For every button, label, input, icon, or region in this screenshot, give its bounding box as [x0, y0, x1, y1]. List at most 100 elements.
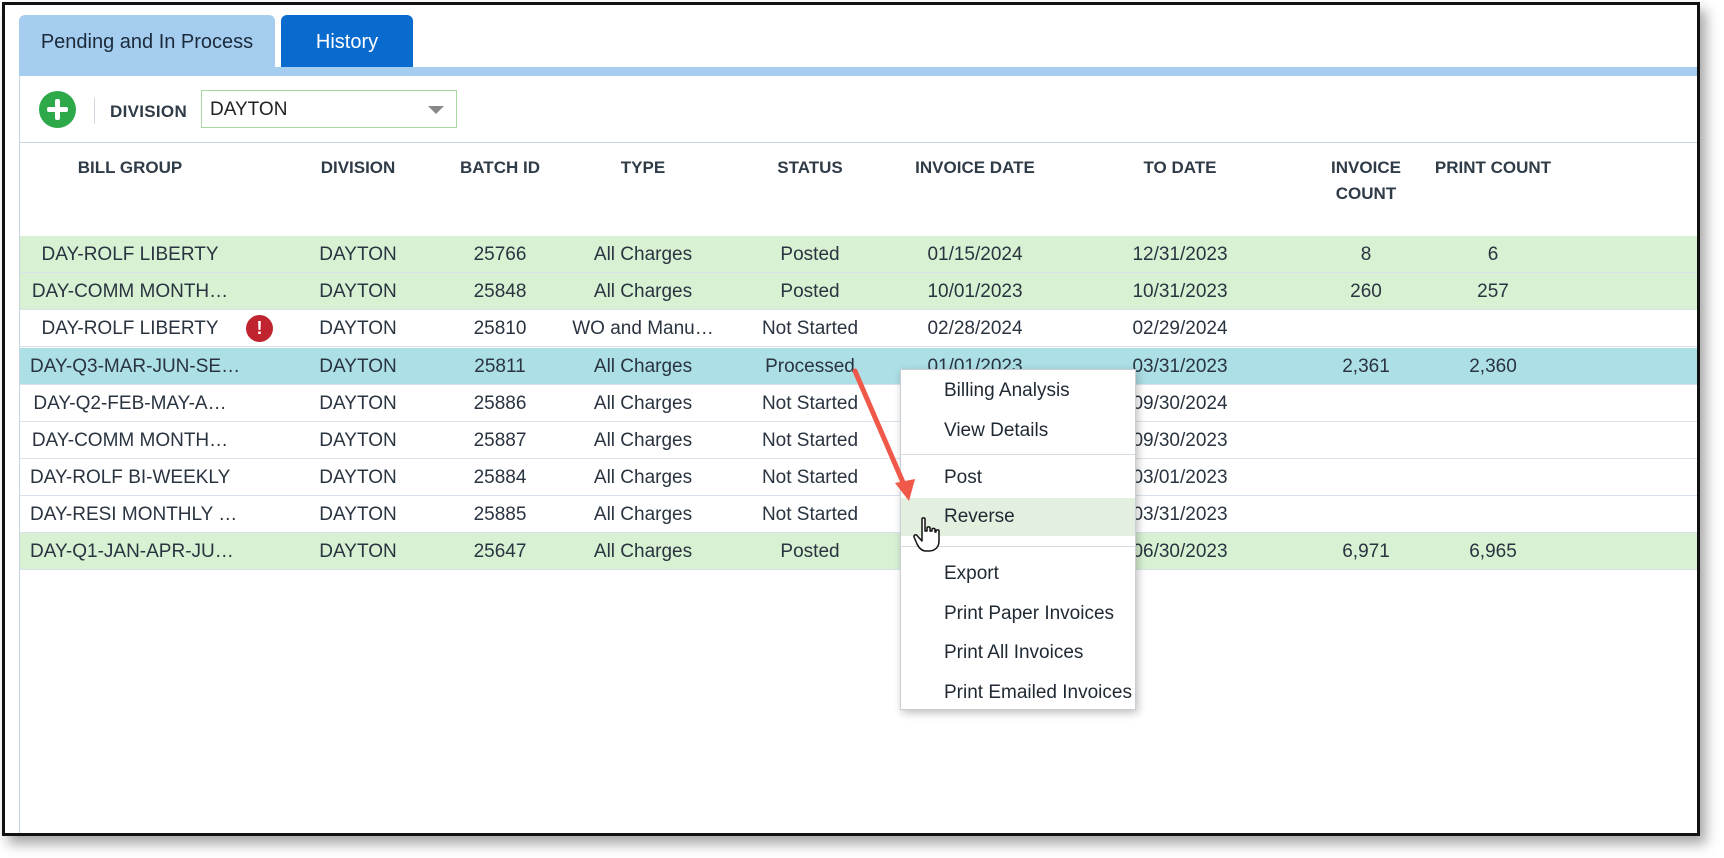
type-cell: All Charges	[593, 467, 693, 488]
print-count-cell	[1430, 385, 1556, 422]
print-count-cell: 6,965	[1469, 541, 1517, 562]
bill-group-cell: DAY-RESI MONTHLY …	[30, 504, 238, 525]
column-header-bill-group[interactable]: BILL GROUP	[60, 155, 200, 181]
status-cell: Not Started	[761, 467, 859, 488]
status-cell: Posted	[780, 244, 840, 265]
menu-item-billing-analysis[interactable]: Billing Analysis	[901, 372, 1135, 410]
table-row[interactable]: DAY-ROLF LIBERTY DAYTON 25766 All Charge…	[20, 236, 1697, 273]
table-row[interactable]: DAY-COMM MONTH… DAYTON 25887 All Charges…	[20, 422, 1697, 459]
batch-id-cell: 25766	[473, 244, 527, 265]
column-header-type[interactable]: TYPE	[593, 155, 693, 181]
batch-id-cell: 25887	[473, 430, 527, 451]
bill-group-cell: DAY-Q2-FEB-MAY-A…	[33, 393, 227, 414]
division-cell: DAYTON	[319, 318, 397, 339]
bill-group-cell: DAY-COMM MONTH…	[31, 430, 229, 451]
menu-item-view-details[interactable]: View Details	[901, 412, 1135, 450]
table-row[interactable]: DAY-Q2-FEB-MAY-A… DAYTON 25886 All Charg…	[20, 385, 1697, 422]
table-header: BILL GROUP DIVISION BATCH ID TYPE STATUS…	[20, 143, 1697, 235]
division-cell: DAYTON	[319, 467, 397, 488]
division-dropdown-value: DAYTON	[210, 99, 288, 120]
menu-separator	[901, 454, 1135, 455]
batch-id-cell: 25884	[473, 467, 527, 488]
menu-item-export[interactable]: Export	[901, 555, 1135, 593]
invoice-count-cell: 6,971	[1342, 541, 1390, 562]
print-count-cell: 257	[1477, 281, 1509, 302]
division-cell: DAYTON	[319, 356, 397, 377]
menu-item-print-all-invoices[interactable]: Print All Invoices	[901, 634, 1135, 672]
print-count-cell	[1430, 496, 1556, 533]
invoice-count-cell	[1316, 496, 1416, 533]
division-cell: DAYTON	[319, 504, 397, 525]
column-header-status[interactable]: STATUS	[755, 155, 865, 181]
bill-group-cell: DAY-Q3-MAR-JUN-SE…	[30, 356, 241, 377]
bill-group-cell: DAY-ROLF BI-WEEKLY	[30, 467, 231, 488]
bill-group-cell: DAY-ROLF LIBERTY	[41, 318, 219, 339]
menu-item-print-paper-invoices[interactable]: Print Paper Invoices	[901, 595, 1135, 633]
status-cell: Not Started	[761, 430, 859, 451]
type-cell: All Charges	[593, 430, 693, 451]
division-cell: DAYTON	[319, 281, 397, 302]
hand-cursor-icon	[913, 517, 940, 552]
menu-item-print-emailed-invoices[interactable]: Print Emailed Invoices	[901, 674, 1135, 712]
invoice-count-cell	[1316, 459, 1416, 496]
toolbar-divider	[94, 98, 95, 124]
type-cell: All Charges	[593, 541, 693, 562]
bill-group-cell: DAY-ROLF LIBERTY	[41, 244, 219, 265]
division-cell: DAYTON	[319, 541, 397, 562]
print-count-cell	[1430, 422, 1556, 459]
tab-history[interactable]: History	[281, 15, 413, 69]
type-cell: All Charges	[593, 244, 693, 265]
toolbar: DIVISION DAYTON	[20, 76, 1697, 143]
status-cell: Processed	[765, 356, 855, 377]
division-filter-label: DIVISION	[110, 102, 188, 121]
division-cell: DAYTON	[319, 430, 397, 451]
type-cell: All Charges	[593, 393, 693, 414]
type-cell: All Charges	[593, 356, 693, 377]
table-row[interactable]: DAY-RESI MONTHLY … DAYTON 25885 All Char…	[20, 496, 1697, 533]
to-date-cell: 03/31/2023	[1132, 504, 1228, 525]
division-cell: DAYTON	[319, 393, 397, 414]
chevron-down-icon[interactable]	[428, 106, 444, 114]
division-dropdown[interactable]: DAYTON	[201, 90, 457, 128]
table-row[interactable]: DAY-COMM MONTH… DAYTON 25848 All Charges…	[20, 273, 1697, 310]
invoice-date-cell: 02/28/2024	[927, 318, 1023, 339]
bill-group-cell: DAY-Q1-JAN-APR-JU…	[30, 541, 234, 562]
batch-id-cell: 25647	[473, 541, 527, 562]
invoice-count-cell	[1316, 422, 1416, 459]
table-row[interactable]: DAY-ROLF LIBERTY ! DAYTON 25810 WO and M…	[20, 310, 1697, 347]
to-date-cell: 03/01/2023	[1132, 467, 1228, 488]
status-cell: Not Started	[761, 504, 859, 525]
print-count-cell: 2,360	[1469, 356, 1517, 377]
add-batch-button[interactable]	[39, 91, 76, 128]
column-header-print-count[interactable]: PRINT COUNT	[1430, 155, 1556, 181]
column-header-to-date[interactable]: TO DATE	[1120, 155, 1240, 181]
tab-pending-in-process[interactable]: Pending and In Process	[19, 15, 275, 69]
column-header-invoice-date[interactable]: INVOICE DATE	[905, 155, 1045, 181]
column-header-batch-id[interactable]: BATCH ID	[445, 155, 555, 181]
table-row[interactable]: DAY-ROLF BI-WEEKLY DAYTON 25884 All Char…	[20, 459, 1697, 496]
table-row[interactable]: DAY-Q1-JAN-APR-JU… DAYTON 25647 All Char…	[20, 533, 1697, 570]
to-date-cell: 09/30/2023	[1132, 430, 1228, 451]
print-count-cell	[1430, 459, 1556, 496]
bill-group-cell: DAY-COMM MONTH…	[31, 281, 229, 302]
tab-underline	[19, 67, 1697, 76]
invoice-date-cell: 10/01/2023	[927, 281, 1023, 302]
to-date-cell: 03/31/2023	[1132, 356, 1228, 377]
column-header-invoice-count[interactable]: INVOICE COUNT	[1316, 155, 1416, 207]
batch-id-cell: 25810	[473, 318, 527, 339]
warning-icon[interactable]: !	[246, 315, 273, 342]
invoice-count-cell: 260	[1350, 281, 1382, 302]
invoice-count-header-line1: INVOICE	[1331, 158, 1401, 177]
batch-id-cell: 25811	[474, 356, 526, 377]
invoice-count-header-line2: COUNT	[1335, 184, 1397, 203]
to-date-cell: 12/31/2023	[1132, 244, 1228, 265]
batch-id-cell: 25885	[473, 504, 527, 525]
status-cell: Posted	[780, 281, 840, 302]
menu-item-post[interactable]: Post	[901, 459, 1135, 497]
column-header-division[interactable]: DIVISION	[303, 155, 413, 181]
division-cell: DAYTON	[319, 244, 397, 265]
status-cell: Not Started	[761, 393, 859, 414]
to-date-cell: 10/31/2023	[1132, 281, 1228, 302]
type-cell: All Charges	[593, 504, 693, 525]
table-row-selected[interactable]: DAY-Q3-MAR-JUN-SE… DAYTON 25811 All Char…	[20, 348, 1697, 385]
